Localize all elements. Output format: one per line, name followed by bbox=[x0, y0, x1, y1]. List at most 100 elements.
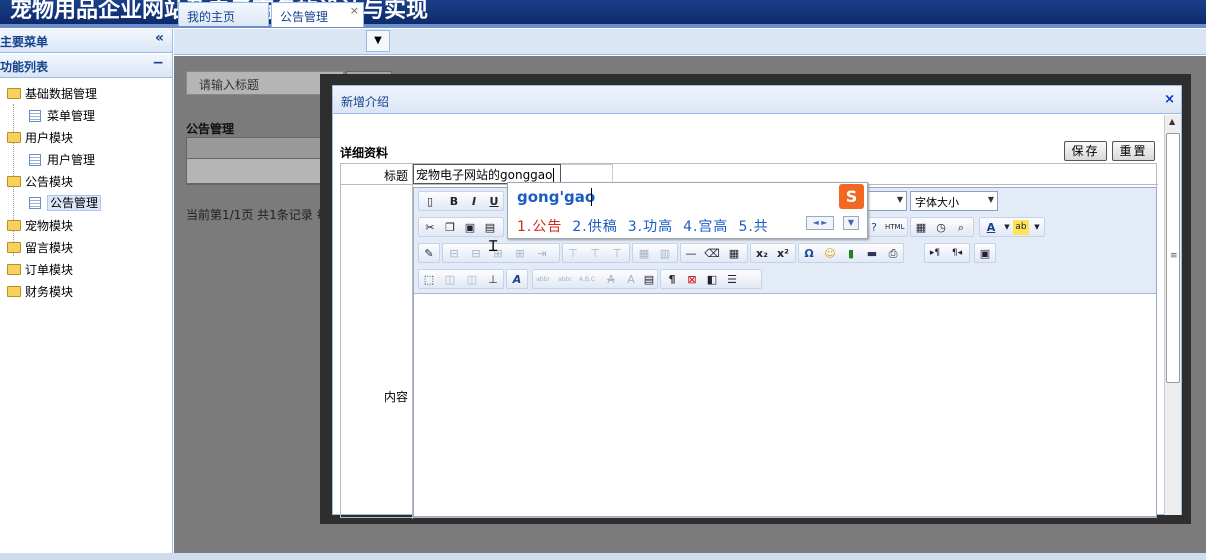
ime-candidate[interactable]: 3.功高 bbox=[628, 219, 673, 235]
layer-back-icon[interactable]: ◫ bbox=[464, 272, 480, 287]
collapse-icon[interactable]: « bbox=[155, 30, 164, 46]
table-props-icon[interactable]: ▥ bbox=[657, 246, 673, 261]
del-icon[interactable]: A bbox=[603, 272, 619, 287]
tree-folder-finance-module[interactable]: 财务模块 bbox=[7, 283, 73, 303]
copy-icon[interactable]: ❐ bbox=[442, 220, 458, 235]
minus-icon[interactable]: − bbox=[152, 55, 164, 71]
emoticon-icon[interactable]: ☺ bbox=[822, 246, 838, 261]
save-button[interactable]: 保存 bbox=[1064, 141, 1107, 161]
find-icon[interactable]: ⌕ bbox=[953, 220, 969, 235]
tab-home[interactable]: 我的主页 bbox=[178, 2, 269, 26]
title-field[interactable]: 宠物电子网站的gonggao bbox=[413, 164, 561, 184]
add-intro-dialog: 新增介绍 × ▲ ≡ 详细资料 保存 重置 标题 内容 宠物电子网站的gongg… bbox=[332, 85, 1182, 519]
ime-candidate[interactable]: 5.共 bbox=[738, 219, 768, 235]
subscript-icon[interactable]: x₂ bbox=[754, 246, 770, 261]
delete-row-icon[interactable]: ⊟ bbox=[468, 246, 484, 261]
bold-icon[interactable]: B bbox=[446, 194, 462, 209]
tree-folder-order-module[interactable]: 订单模块 bbox=[7, 261, 73, 281]
tree-folder-message-module[interactable]: 留言模块 bbox=[7, 239, 73, 259]
ime-candidate[interactable]: 1.公告 bbox=[517, 219, 562, 235]
tree-label: 订单模块 bbox=[25, 263, 74, 277]
page-icon bbox=[29, 110, 41, 122]
tree-item-user-management[interactable]: 用户管理 bbox=[29, 151, 95, 171]
edit-icon[interactable]: ✎ bbox=[421, 246, 437, 261]
delete-col-icon[interactable]: ⊤ bbox=[587, 246, 603, 261]
cut-icon[interactable]: ✂ bbox=[422, 220, 438, 235]
reset-button[interactable]: 重置 bbox=[1112, 141, 1155, 161]
fullscreen-icon[interactable]: ▣ bbox=[977, 246, 993, 261]
print-icon[interactable]: ⎙ bbox=[885, 246, 901, 261]
cell-props-icon[interactable]: ⇥ bbox=[534, 246, 550, 261]
special-char-icon[interactable]: Ω bbox=[801, 246, 817, 261]
font-size-select[interactable]: 字体大小 ▼ bbox=[910, 191, 998, 211]
styles-icon[interactable]: A bbox=[509, 272, 525, 287]
absolute-position-icon[interactable]: ⊥ bbox=[485, 272, 501, 287]
tree-item-notice-management[interactable]: 公告管理 bbox=[29, 194, 102, 214]
new-page-icon[interactable]: ▯ bbox=[422, 194, 438, 209]
ime-expand-icon[interactable]: ▼ bbox=[843, 216, 859, 230]
function-list-bar[interactable]: 功能列表 − bbox=[0, 54, 172, 78]
paste-text-icon[interactable]: ▤ bbox=[482, 220, 498, 235]
underline-icon[interactable]: U bbox=[486, 194, 502, 209]
bottom-strip bbox=[0, 553, 1206, 560]
toolbar-group-direction: ▸¶ ¶◂ bbox=[924, 243, 970, 263]
tree-folder-pet-module[interactable]: 宠物模块 bbox=[7, 217, 73, 237]
attributes-icon[interactable]: ▤ bbox=[641, 272, 657, 287]
italic-icon[interactable]: I bbox=[466, 194, 482, 209]
tree-folder-basic-data[interactable]: 基础数据管理 bbox=[7, 85, 97, 105]
font-color-icon[interactable]: A bbox=[983, 220, 999, 235]
scroll-up-icon[interactable]: ▲ bbox=[1169, 117, 1175, 126]
acronym-icon[interactable]: A.B.C bbox=[579, 272, 595, 287]
page-break-icon[interactable]: ☰ bbox=[724, 272, 740, 287]
layer-forward-icon[interactable]: ◫ bbox=[442, 272, 458, 287]
folder-icon bbox=[7, 242, 21, 253]
chevron-down-icon[interactable]: ▼ bbox=[1029, 220, 1045, 235]
sogou-logo-icon[interactable]: S bbox=[839, 184, 864, 209]
eraser-icon[interactable]: ⌫ bbox=[704, 246, 720, 261]
tab-close-icon[interactable]: × bbox=[350, 4, 359, 17]
table-row[interactable] bbox=[186, 158, 326, 184]
clock-icon[interactable]: ◷ bbox=[933, 220, 949, 235]
toolbar-group-script: x₂ x² bbox=[750, 243, 796, 263]
date-icon[interactable]: ▦ bbox=[913, 220, 929, 235]
tree-folder-notice-module[interactable]: 公告模块 bbox=[7, 173, 73, 193]
cite-icon[interactable]: abbr bbox=[535, 272, 551, 287]
media-icon[interactable]: ▮ bbox=[843, 246, 859, 261]
show-blocks-icon[interactable]: ¶ bbox=[664, 272, 680, 287]
html-source-icon[interactable]: HTML bbox=[885, 220, 904, 235]
nonbreaking-icon[interactable]: ⊠ bbox=[684, 272, 700, 287]
section-heading: 详细资料 bbox=[340, 146, 389, 160]
toolbar-group-format: ▯ B I U bbox=[418, 191, 504, 211]
col-props-icon[interactable]: ⊤ bbox=[609, 246, 625, 261]
tab-menu-chevron-down-icon[interactable]: ▼ bbox=[366, 30, 390, 52]
insert-col-icon[interactable]: ⊤ bbox=[565, 246, 581, 261]
function-list-label: 功能列表 bbox=[0, 60, 49, 74]
vertical-scrollbar[interactable]: ▲ ≡ bbox=[1164, 115, 1181, 515]
abbr-icon[interactable]: abbr bbox=[557, 272, 573, 287]
select-all-icon[interactable]: ⬚ bbox=[421, 272, 437, 287]
ins-icon[interactable]: A bbox=[623, 272, 639, 287]
ime-page-nav-icon[interactable]: ◄ ► bbox=[806, 216, 834, 230]
rtl-icon[interactable]: ¶◂ bbox=[949, 246, 965, 261]
horizontal-rule-icon[interactable]: — bbox=[683, 246, 699, 261]
ime-candidate[interactable]: 4.宫高 bbox=[683, 219, 728, 235]
split-cells-icon[interactable]: ⊞ bbox=[512, 246, 528, 261]
help-icon[interactable]: ? bbox=[866, 220, 882, 235]
close-icon[interactable]: × bbox=[1164, 92, 1175, 107]
insert-table-icon[interactable]: ▦ bbox=[726, 246, 742, 261]
visual-aid-icon[interactable]: ◧ bbox=[704, 272, 720, 287]
superscript-icon[interactable]: x² bbox=[775, 246, 791, 261]
tree-item-menu-management[interactable]: 菜单管理 bbox=[29, 107, 95, 127]
insert-row-icon[interactable]: ⊟ bbox=[446, 246, 462, 261]
toolbar-group-table: ▦ ▥ bbox=[632, 243, 678, 263]
dialog-header[interactable]: 新增介绍 × bbox=[333, 86, 1181, 114]
tree-label: 财务模块 bbox=[25, 285, 74, 299]
ime-candidate[interactable]: 2.供稿 bbox=[572, 219, 617, 235]
ltr-icon[interactable]: ▸¶ bbox=[927, 246, 943, 261]
tree-folder-user-module[interactable]: 用户模块 bbox=[7, 129, 73, 149]
flash-icon[interactable]: ▬ bbox=[864, 246, 880, 261]
table-icon[interactable]: ▦ bbox=[636, 246, 652, 261]
paste-icon[interactable]: ▣ bbox=[462, 220, 478, 235]
tab-notice-management[interactable]: 公告管理 × bbox=[271, 2, 364, 27]
highlight-color-icon[interactable]: ab bbox=[1013, 220, 1029, 235]
